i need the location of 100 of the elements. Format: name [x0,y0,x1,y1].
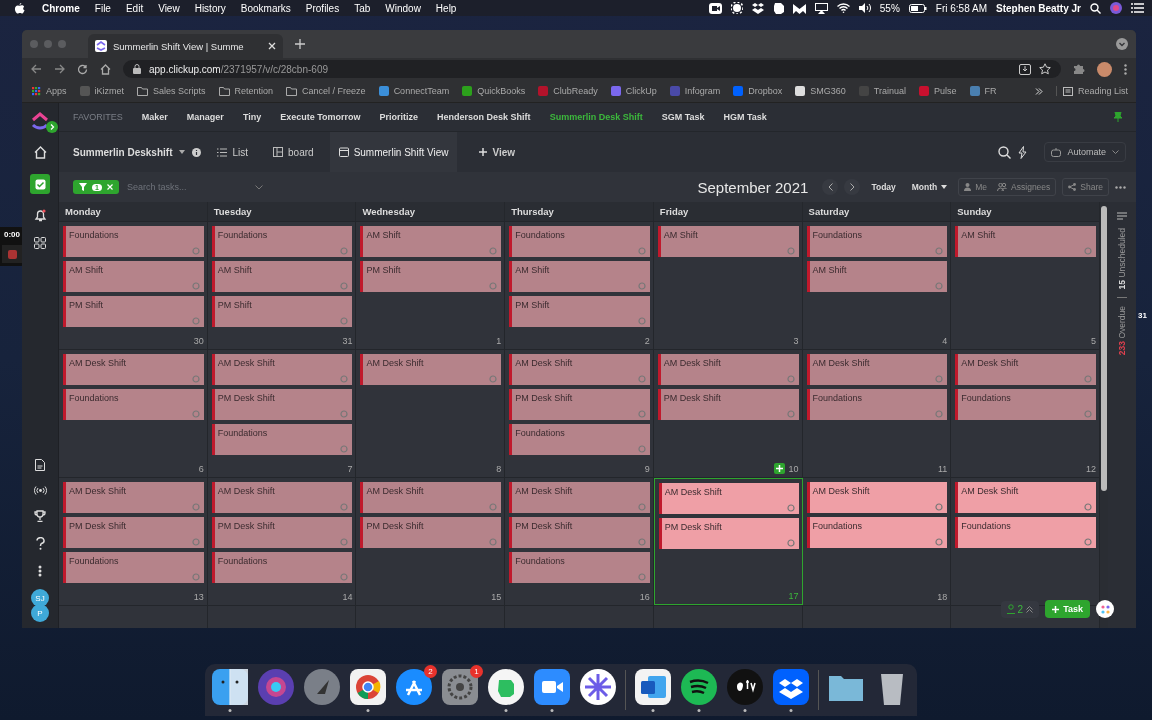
view-tab[interactable]: List [208,132,258,172]
day-cell[interactable]: AM Shift PM Shift 1 [356,222,506,349]
search-icon[interactable] [1090,2,1101,14]
task-card[interactable]: PM Shift [63,296,204,327]
dropbox-icon[interactable] [772,668,810,712]
task-card[interactable]: PM Shift [211,296,353,327]
task-card[interactable]: AM Desk Shift [509,354,650,385]
lightning-icon[interactable] [1018,145,1028,159]
face-icon[interactable] [211,668,249,712]
bookmark[interactable]: Dropbox [733,86,783,96]
tv-icon[interactable] [726,668,764,712]
speaker-icon[interactable] [858,3,871,13]
task-card[interactable]: Foundations [211,424,353,455]
menu-item[interactable]: View [158,2,180,14]
bookmark[interactable]: Apps [32,86,67,96]
more-icon[interactable] [38,565,42,577]
caret-icon[interactable] [179,150,186,154]
bookmark[interactable]: Cancel / Freeze [286,86,366,96]
favorite-link[interactable]: Tiny [242,112,262,122]
bookmark[interactable]: Trainual [858,86,906,96]
task-card[interactable]: AM Shift [955,226,1096,257]
task-card[interactable]: Foundations [509,226,650,257]
day-cell[interactable]: Foundations AM Shift PM Shift 30 [59,222,208,349]
logo-icon[interactable] [31,111,49,131]
task-card[interactable]: PM Desk Shift [657,389,799,420]
day-cell[interactable]: AM Desk Shift PM Desk Shift 10 [653,350,803,477]
task-card[interactable]: Foundations [509,424,650,455]
task-card[interactable]: AM Desk Shift [63,354,204,385]
day-cell[interactable]: AM Desk Shift PM Desk Shift Foundations 13 [59,478,208,605]
browser-tab[interactable]: Summerlin Shift View | Summe [88,34,283,58]
stop-button[interactable] [2,245,22,263]
menu-item[interactable]: Tab [354,2,371,14]
automate-button[interactable]: Automate [1044,142,1126,162]
tasks-button[interactable] [30,174,50,194]
bookmark[interactable]: FR [969,86,997,96]
install-icon[interactable] [1019,63,1031,75]
menu-item[interactable]: Bookmarks [240,2,291,14]
task-card[interactable]: AM Desk Shift [509,482,650,513]
unscheduled-tab[interactable]: 15 Unscheduled [1117,228,1127,290]
app-menu[interactable]: Chrome [42,2,80,14]
day-cell[interactable]: AM Shift 3 [653,222,803,349]
day-cell[interactable]: AM Desk Shift PM Desk Shift 17 [653,478,803,605]
forward-icon[interactable] [54,64,65,74]
task-card[interactable]: AM Desk Shift [806,354,948,385]
task-card[interactable]: AM Desk Shift [955,482,1096,513]
task-card[interactable]: PM Desk Shift [509,389,650,420]
task-card[interactable]: AM Desk Shift [806,482,948,513]
day-cell[interactable]: AM Shift 5 [951,222,1100,349]
day-cell[interactable]: AM Desk Shift PM Desk Shift Foundations 14 [207,478,357,605]
favorite-link[interactable]: Maker [141,112,168,122]
day-cell[interactable]: AM Desk Shift PM Desk Shift Foundations 7 [207,350,357,477]
music-icon[interactable] [680,668,718,712]
bookmark[interactable]: ClickUp [610,86,657,96]
task-card[interactable]: PM Desk Shift [211,517,353,548]
day-cell[interactable]: AM Desk Shift Foundations 6 [59,350,208,477]
star-icon[interactable] [1039,63,1051,75]
task-card[interactable]: Foundations [63,389,204,420]
favorite-link[interactable]: Prioritize [379,112,419,122]
day-cell[interactable]: Foundations AM Shift PM Shift 31 [207,222,357,349]
address-bar[interactable]: app.clickup.com/2371957/v/c/28cbn-609 [123,60,1061,78]
document-icon[interactable] [35,459,45,471]
task-card[interactable]: AM Shift [211,261,353,292]
gear-icon[interactable] [730,2,743,14]
task-card[interactable]: Foundations [806,226,948,257]
menu-item[interactable]: Profiles [305,2,340,14]
task-card[interactable]: PM Desk Shift [360,517,502,548]
airplay-icon[interactable] [814,2,828,14]
next-button[interactable] [844,179,861,195]
previous-button[interactable] [822,179,839,195]
bookmark[interactable]: Pulse [919,86,957,96]
menu-item[interactable]: History [194,2,226,14]
day-cell[interactable]: Foundations AM Shift 4 [802,222,952,349]
info-icon[interactable] [192,147,202,157]
task-card[interactable]: PM Shift [509,296,650,327]
task-card[interactable]: AM Desk Shift [360,354,502,385]
task-card[interactable]: Foundations [806,389,948,420]
search-icon[interactable] [998,145,1012,159]
task-card[interactable]: AM Desk Shift [658,483,799,514]
task-card[interactable]: AM Desk Shift [955,354,1096,385]
browser-icon[interactable] [349,668,387,712]
task-card[interactable]: PM Desk Shift [658,518,799,549]
task-card[interactable]: Foundations [211,226,353,257]
home-icon[interactable] [100,63,111,75]
pin-icon[interactable] [1114,112,1122,122]
task-card[interactable]: Foundations [806,517,948,548]
month-dropdown[interactable]: Month [906,179,953,195]
menu-item[interactable]: Edit [125,2,144,14]
reload-icon[interactable] [77,63,88,75]
back-icon[interactable] [31,64,42,74]
chevron-icon[interactable] [1116,38,1128,50]
task-card[interactable]: Foundations [63,226,204,257]
task-card[interactable]: AM Desk Shift [657,354,799,385]
add-task-button[interactable] [773,463,785,474]
menu-item[interactable]: Help [435,2,457,14]
puzzle-icon[interactable] [1073,63,1085,75]
wifi-icon[interactable] [836,3,850,13]
apple-icon[interactable] [14,1,25,15]
more-icon[interactable] [1124,63,1127,75]
help-icon[interactable] [35,537,45,550]
favorite-link[interactable]: Summerlin Desk Shift [549,112,643,122]
